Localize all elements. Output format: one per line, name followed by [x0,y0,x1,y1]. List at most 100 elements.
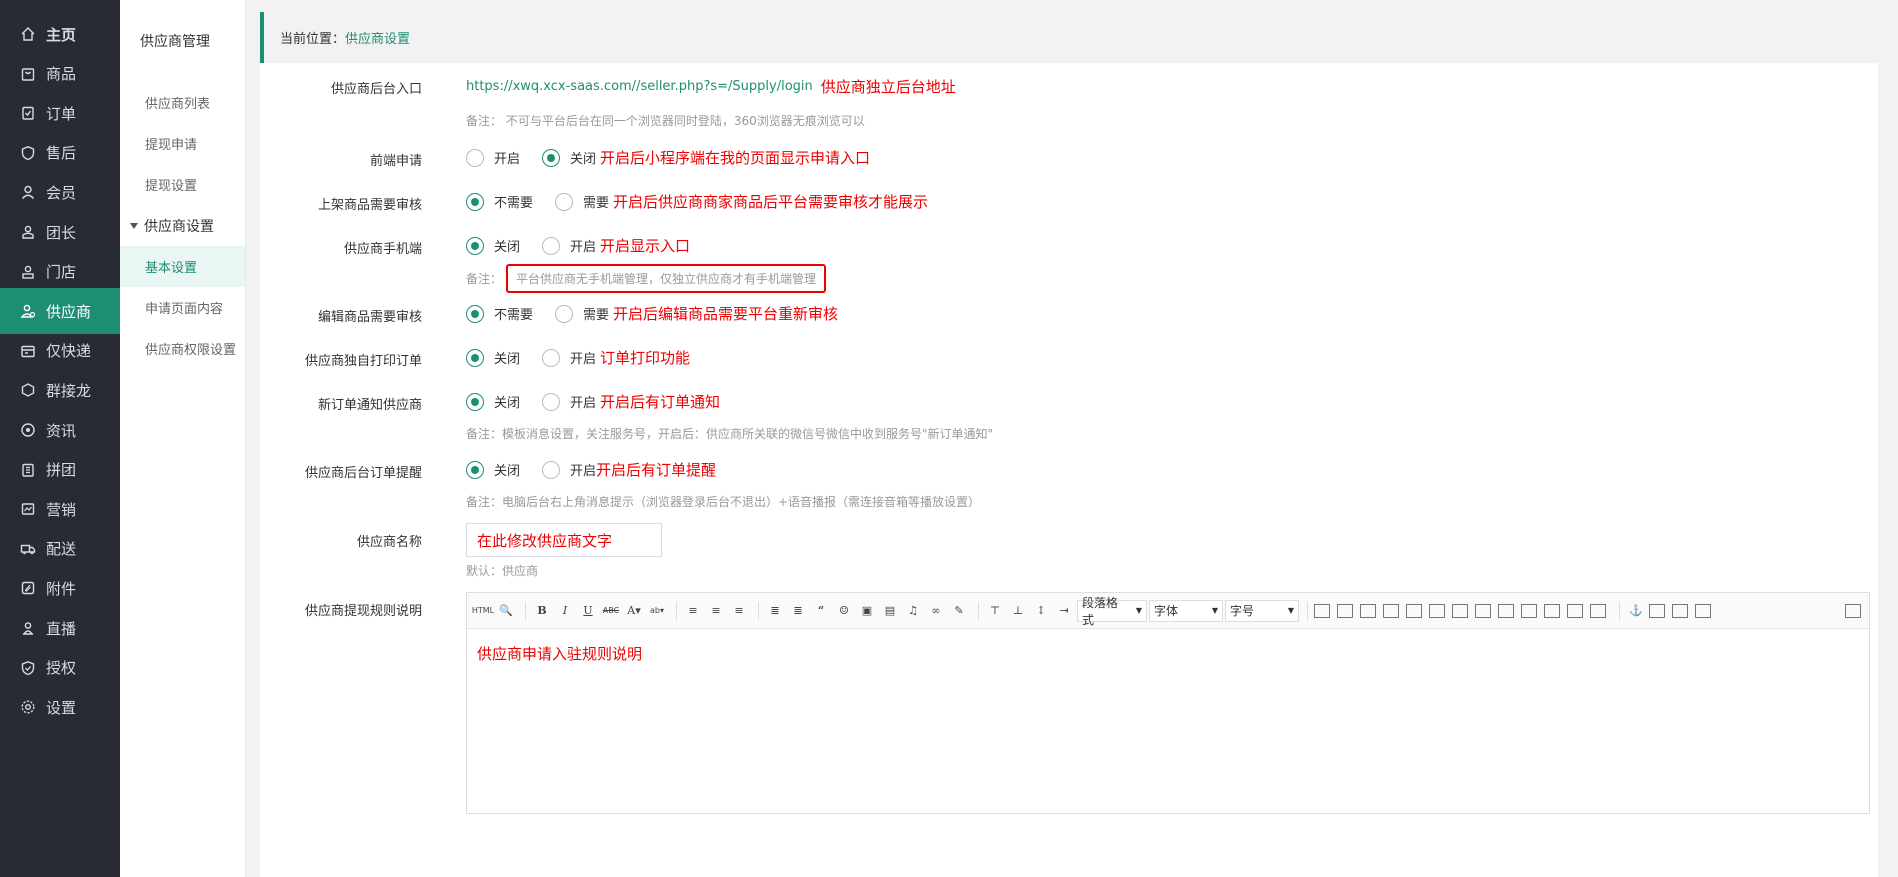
align-right-icon[interactable]: ≡ [729,601,749,621]
subnav-item-apply-page-content[interactable]: 申请页面内容 [120,287,245,328]
order-remind-radio-off[interactable]: 关闭 [466,460,520,479]
subnav-item-permission-settings[interactable]: 供应商权限设置 [120,328,245,369]
eraser-icon[interactable]: ✎ [949,601,969,621]
indent-icon[interactable]: ⇥ [1054,601,1074,621]
nav-item-label: 设置 [46,698,77,717]
merge-cells-icon[interactable] [1475,603,1491,618]
listing-review-radio-no[interactable]: 不需要 [466,192,533,211]
blockquote-icon[interactable]: “ [811,601,831,621]
nav-item-gear[interactable]: 设置 [0,689,120,725]
print-radio-on[interactable]: 开启 [542,348,596,367]
ordered-list-icon[interactable]: ≣ [765,601,785,621]
nav-item-leader[interactable]: 团长 [0,214,120,250]
subnav-group-supplier-settings[interactable]: 供应商设置 [120,205,245,246]
nav-item-news[interactable]: 资讯 [0,412,120,448]
merge-right-icon[interactable] [1498,603,1514,618]
font-family-select[interactable]: 字体 ▼ [1149,599,1223,622]
strikethrough-icon[interactable]: ABC [601,601,621,621]
group-icon [20,382,36,398]
table-title-icon[interactable] [1360,603,1376,618]
align-left-icon[interactable]: ≡ [683,601,703,621]
nav-item-supplier[interactable]: 供应商 [0,288,120,335]
nav-item-truck[interactable]: 配送 [0,531,120,567]
nav-item-group[interactable]: 群接龙 [0,372,120,408]
delete-row-icon[interactable] [1429,603,1445,618]
nav-item-group-buy[interactable]: 拼团 [0,452,120,488]
split-rows-icon[interactable] [1567,603,1583,618]
rich-text-editor[interactable]: HTML 🔍 B I U ABC A▾ ab▾ ≡ ≡ ≡ ≣ ≣ “ ☺ ▣ … [466,592,1870,814]
breadcrumb-current[interactable]: 供应商设置 [345,28,410,47]
bold-icon[interactable]: B [532,601,552,621]
order-notify-radio-on[interactable]: 开启 [542,392,596,411]
preview-icon[interactable]: 🔍 [496,601,516,621]
subnav-item-withdraw-settings[interactable]: 提现设置 [120,164,245,205]
gear-icon [20,699,36,715]
nav-item-label: 商品 [46,65,77,84]
music-icon[interactable]: ♫ [903,601,923,621]
paragraph-format-select[interactable]: 段落格式 ▼ [1077,596,1147,627]
insert-table-icon[interactable] [1337,603,1353,618]
row-spacing-bottom-icon[interactable]: ⊥ [1008,601,1028,621]
print-icon[interactable] [1672,603,1688,618]
nav-item-bag[interactable]: 商品 [0,56,120,92]
nav-item-user[interactable]: 会员 [0,174,120,210]
subnav-item-basic-settings[interactable]: 基本设置 [120,246,245,287]
insert-row-icon[interactable] [1383,603,1399,618]
fullscreen-icon[interactable] [1845,603,1861,618]
nav-item-live[interactable]: 直播 [0,610,120,646]
font-size-select[interactable]: 字号 ▼ [1225,599,1299,622]
split-cells-icon[interactable] [1544,603,1560,618]
font-color-icon[interactable]: A▾ [624,601,644,621]
backend-entry-link[interactable]: https://xwq.xcx-saas.com//seller.php?s=/… [466,79,813,94]
edit-review-radio-yes[interactable]: 需要 [555,304,609,323]
italic-icon[interactable]: I [555,601,575,621]
front-apply-radio-off[interactable]: 关闭 [542,148,596,167]
merge-down-icon[interactable] [1521,603,1537,618]
align-center-icon[interactable]: ≡ [706,601,726,621]
nav-item-store[interactable]: 门店 [0,254,120,290]
table-icon[interactable] [1314,603,1330,618]
unordered-list-icon[interactable]: ≣ [788,601,808,621]
nav-item-attachment[interactable]: 附件 [0,570,120,606]
underline-icon[interactable]: U [578,601,598,621]
anchor-icon[interactable]: ⚓ [1626,601,1646,621]
nav-item-label: 仅快递 [46,342,92,361]
drafts-icon[interactable] [1695,603,1711,618]
video-icon[interactable]: ▤ [880,601,900,621]
radio-label: 不需要 [494,308,534,323]
nav-item-delivery[interactable]: 仅快递 [0,333,120,369]
row-spacing-top-icon[interactable]: ⊤ [985,601,1005,621]
template-icon[interactable] [1649,603,1665,618]
radio-label: 开启 [494,152,521,167]
line-height-icon[interactable]: ↕ [1031,601,1051,621]
listing-review-label: 上架商品需要审核 [317,198,422,213]
print-radio-off[interactable]: 关闭 [466,348,520,367]
toolbar-divider [1307,601,1308,620]
split-cols-icon[interactable] [1590,603,1606,618]
highlight-color-icon[interactable]: ab▾ [647,601,667,621]
subnav-item-supplier-list[interactable]: 供应商列表 [120,82,245,123]
emoji-icon[interactable]: ☺ [834,601,854,621]
image-icon[interactable]: ▣ [857,601,877,621]
delete-col-icon[interactable] [1452,603,1468,618]
listing-review-radio-yes[interactable]: 需要 [555,192,609,211]
order-notify-radio-off[interactable]: 关闭 [466,392,520,411]
mobile-radio-on[interactable]: 开启 [542,236,596,255]
nav-item-home[interactable]: 主页 [0,16,120,52]
nav-item-shield[interactable]: 售后 [0,135,120,171]
radio-label: 关闭 [494,464,521,479]
nav-item-auth[interactable]: 授权 [0,650,120,686]
html-source-icon[interactable]: HTML [472,601,494,621]
subnav-item-withdraw-apply[interactable]: 提现申请 [120,123,245,164]
order-remind-radio-on[interactable]: 开启 [542,460,596,479]
insert-col-icon[interactable] [1406,603,1422,618]
editor-content[interactable]: 供应商申请入驻规则说明 [467,629,1869,678]
edit-review-radio-no[interactable]: 不需要 [466,304,533,323]
nav-item-order[interactable]: 订单 [0,95,120,131]
front-apply-radio-on[interactable]: 开启 [466,148,520,167]
subnav-group-label: 供应商设置 [144,218,214,235]
link-icon[interactable]: ∞ [926,601,946,621]
supplier-name-input[interactable]: 在此修改供应商文字 [466,523,662,557]
nav-item-marketing[interactable]: 营销 [0,491,120,527]
mobile-radio-off[interactable]: 关闭 [466,236,520,255]
